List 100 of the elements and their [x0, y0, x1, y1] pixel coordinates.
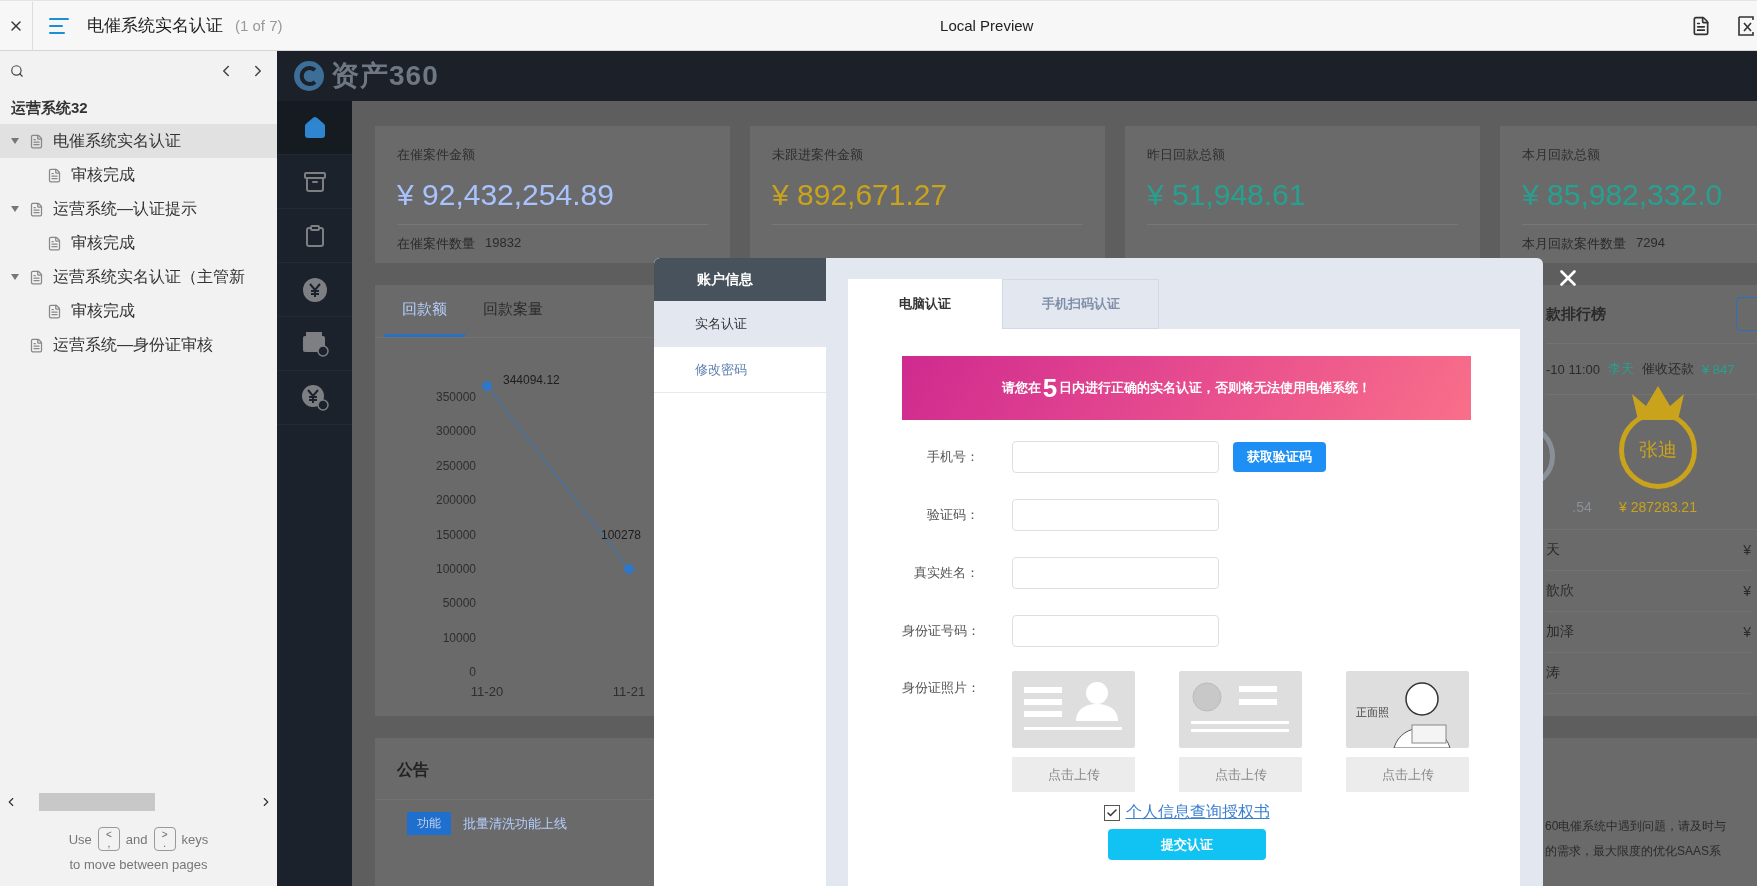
field-label: 身份证照片：	[902, 679, 979, 697]
checkmark-icon	[1105, 806, 1118, 819]
outline-item[interactable]: 审核完成	[0, 158, 277, 192]
document-icon	[29, 337, 44, 353]
document-icon	[29, 269, 44, 285]
outline-item[interactable]: 运营系统实名认证（主管新	[0, 260, 277, 294]
person-silhouette-icon	[1392, 682, 1452, 748]
axis-label: 0	[469, 665, 476, 679]
get-code-button[interactable]: 获取验证码	[1233, 442, 1326, 472]
rank-amount: ¥	[1743, 542, 1751, 558]
app-logo: 资产360	[331, 59, 439, 93]
medal-amount: ¥ 287283.21	[1619, 499, 1697, 515]
axis-label: 10000	[442, 630, 476, 645]
box-icon	[302, 169, 327, 194]
axis-label: 350000	[435, 390, 476, 404]
notice-text: 的需求，最大限度的优化SAAS系	[1545, 843, 1722, 860]
logo-icon	[293, 60, 325, 92]
outline-item[interactable]: 电催系统实名认证	[0, 124, 277, 158]
axis-label: 50000	[442, 596, 476, 611]
record-name: 李天	[1607, 360, 1634, 378]
upload-button[interactable]: 点击上传	[1346, 757, 1469, 792]
page-count: (1 of 7)	[235, 17, 283, 34]
dialog-tab[interactable]: 电脑认证	[848, 279, 1002, 329]
document-icon	[47, 303, 62, 319]
rank-amount: ¥	[1743, 583, 1751, 599]
expand-arrow-icon[interactable]	[10, 136, 20, 146]
stat-count: 19832	[485, 235, 522, 251]
photo-caption: 正面照	[1356, 705, 1389, 720]
record-time: -10 11:00	[1546, 361, 1600, 377]
rank-name: 天	[1546, 541, 1560, 559]
stat-value: ¥ 51,948.61	[1147, 178, 1307, 212]
consent-checkbox[interactable]	[1103, 804, 1120, 821]
stat-count: 7294	[1636, 235, 1665, 251]
axis-label: 250000	[435, 458, 476, 473]
dialog-tab[interactable]: 手机扫码认证	[1002, 279, 1159, 329]
dialog-menu-item[interactable]: 实名认证	[654, 301, 826, 347]
upload-button[interactable]: 点击上传	[1012, 757, 1135, 792]
axis-label: 150000	[435, 527, 476, 542]
box-icon	[300, 329, 329, 358]
rank-name: 加泽	[1546, 623, 1574, 641]
document-icon[interactable]	[1691, 15, 1711, 36]
key-cap: > .	[153, 827, 176, 851]
chart-tab[interactable]: 回款额	[384, 285, 465, 337]
key-cap: < ,	[97, 827, 120, 851]
field-label: 验证码：	[926, 506, 979, 524]
panel-title: 款排行榜	[1546, 304, 1606, 324]
axis-label: 11-20	[470, 684, 504, 699]
home-icon	[302, 115, 327, 140]
outline-item[interactable]: 运营系统—身份证审核	[0, 328, 277, 362]
axis-label: 200000	[435, 493, 476, 508]
search-button[interactable]	[10, 64, 24, 78]
data-label: 100278	[601, 528, 642, 542]
variable-icon[interactable]	[1737, 14, 1757, 37]
yen-icon	[301, 276, 328, 303]
document-icon	[29, 201, 44, 217]
data-point	[482, 381, 492, 391]
hint-text: Use	[68, 831, 92, 847]
input-field[interactable]	[1012, 557, 1219, 589]
rank-name: 涛	[1546, 664, 1560, 682]
data-label: 344094.12	[503, 373, 560, 387]
outline-item[interactable]: 审核完成	[0, 226, 277, 260]
upload-button[interactable]: 点击上传	[1179, 757, 1302, 792]
document-icon	[47, 167, 62, 183]
outline-item[interactable]: 运营系统—认证提示	[0, 192, 277, 226]
field-label: 手机号：	[926, 448, 979, 466]
data-point	[624, 564, 634, 574]
input-field[interactable]	[1012, 441, 1219, 473]
input-field[interactable]	[1012, 499, 1219, 531]
outline-item[interactable]: 审核完成	[0, 294, 277, 328]
rank-amount: ¥	[1743, 624, 1751, 640]
stat-value: ¥ 892,671.27	[772, 178, 949, 212]
hint-text: and	[125, 831, 148, 847]
announcement-link[interactable]: 批量清洗功能上线	[463, 814, 567, 833]
axis-label: 11-21	[612, 684, 646, 699]
dialog-sidebar-title: 账户信息	[654, 258, 826, 301]
chart-tab[interactable]: 回款案量	[465, 285, 561, 337]
scrollbar-thumb[interactable]	[39, 793, 155, 811]
document-icon	[29, 133, 44, 149]
field-label: 身份证号码：	[902, 622, 979, 640]
stat-value: ¥ 92,432,254.89	[397, 178, 615, 212]
window-title: Local Preview	[939, 17, 1035, 34]
expand-arrow-icon[interactable]	[10, 204, 20, 214]
authorization-link[interactable]: 个人信息查询授权书	[1125, 802, 1270, 823]
hint-text: keys	[181, 831, 209, 847]
expand-arrow-icon[interactable]	[10, 272, 20, 282]
record-amount: ¥ 847	[1701, 361, 1735, 377]
stat-label: 本月回款案件数量	[1522, 235, 1626, 251]
document-title: 电催系统实名认证	[87, 15, 223, 37]
document-icon	[47, 235, 62, 251]
record-action: 催收还款	[1641, 360, 1694, 378]
input-field[interactable]	[1012, 615, 1219, 647]
stat-value: ¥ 85,982,332.0	[1522, 178, 1724, 212]
hint-text: to move between pages	[69, 857, 208, 872]
axis-label: 100000	[435, 561, 476, 576]
stat-label: 在催案件数量	[397, 235, 475, 251]
nav-button[interactable]	[277, 101, 352, 155]
axis-label: 300000	[435, 424, 476, 439]
rank-name: 歆欣	[1546, 582, 1574, 600]
category-tag: 功能	[407, 812, 451, 835]
field-label: 真实姓名：	[913, 564, 979, 582]
